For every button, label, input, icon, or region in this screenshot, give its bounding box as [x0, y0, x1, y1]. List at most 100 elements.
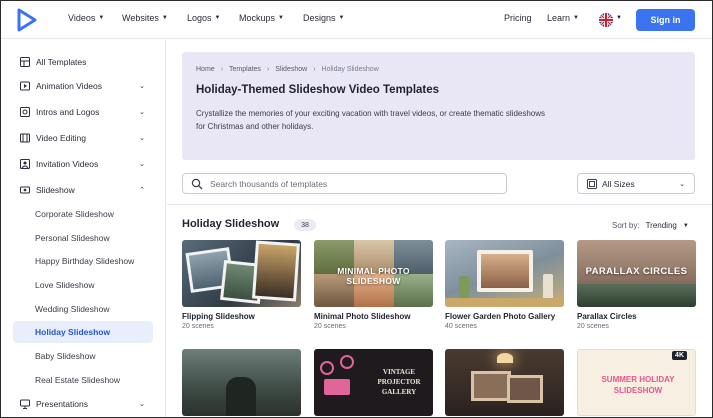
top-nav: Videos ▼ Websites ▼ Logos ▼ Mockups ▼ Design… — [1, 1, 712, 39]
template-thumbnail: SUMMER HOLIDAY SLIDESHOW 4K — [577, 349, 696, 416]
play-icon — [20, 81, 30, 91]
sidebar-item-all-templates[interactable]: All Templates — [13, 51, 153, 73]
nav-logos[interactable]: Logos ▼ — [187, 13, 220, 23]
page-description: Crystallize the memories of your excitin… — [196, 109, 546, 131]
chevron-down-icon: ⌄ — [139, 401, 145, 408]
chevron-down-icon: ▼ — [682, 222, 689, 229]
divider — [167, 204, 712, 205]
logo-icon — [20, 107, 30, 117]
chevron-down-icon: ▼ — [98, 15, 105, 21]
uk-flag-icon[interactable] — [599, 13, 613, 27]
sort-control[interactable]: Sort by: Trending ▼ — [612, 221, 689, 230]
template-thumbnail — [182, 349, 301, 416]
sizes-label: All Sizes — [602, 178, 635, 189]
size-icon — [587, 178, 597, 189]
chevron-down-icon: ⌄ — [139, 135, 145, 142]
chevron-down-icon: ▼ — [278, 15, 284, 21]
app-window: Videos ▼ Websites ▼ Logos ▼ Mockups ▼ Design… — [0, 0, 713, 418]
templates-grid-icon — [20, 57, 30, 67]
template-card-title: Minimal Photo Slideshow — [314, 312, 411, 321]
nav-learn[interactable]: Learn ▼ — [547, 13, 579, 23]
template-card-row2-1[interactable] — [182, 349, 301, 416]
chevron-down-icon: ▼ — [338, 15, 345, 21]
slideshow-icon — [20, 186, 30, 194]
presentation-icon — [20, 399, 30, 409]
chevron-down-icon: ⌄ — [679, 181, 685, 188]
sizes-dropdown[interactable]: All Sizes ⌄ — [577, 173, 695, 194]
template-card-minimal-photo[interactable]: MINIMAL PHOTO SLIDESHOW Minimal Photo Sl… — [314, 240, 433, 330]
search-icon — [191, 178, 203, 189]
brand-logo-icon[interactable] — [17, 8, 37, 32]
chevron-up-icon: ⌃ — [139, 187, 145, 194]
sidebar-subitem-personal[interactable]: Personal Slideshow — [13, 227, 153, 249]
sidebar-item-invitation-videos[interactable]: Invitation Videos ⌄ — [13, 153, 153, 175]
invitation-icon — [20, 159, 30, 169]
chevron-down-icon[interactable]: ▼ — [616, 15, 622, 21]
breadcrumb: Home › Templates › Slideshow › Holiday S… — [196, 66, 379, 73]
nav-videos[interactable]: Videos ▼ — [68, 13, 104, 23]
chevron-down-icon: ⌄ — [139, 109, 145, 116]
section-title: Holiday Slideshow — [182, 218, 280, 230]
sidebar-item-video-editing[interactable]: Video Editing ⌄ — [13, 127, 153, 149]
chevron-down-icon: ⌄ — [139, 83, 145, 90]
chevron-down-icon: ▼ — [161, 15, 168, 21]
sidebar-item-slideshow[interactable]: Slideshow ⌃ — [13, 179, 153, 201]
hero-banner: Home › Templates › Slideshow › Holiday S… — [182, 52, 695, 160]
sidebar-subitem-happy-birthday[interactable]: Happy Birthday Slideshow — [13, 250, 153, 272]
template-card-parallax-circles[interactable]: PARALLAX CIRCLES Parallax Circles 20 sce… — [577, 240, 696, 330]
breadcrumb-slideshow[interactable]: Slideshow — [275, 66, 307, 73]
template-card-scenes: 20 scenes — [182, 323, 214, 330]
template-card-scenes: 20 scenes — [577, 323, 609, 330]
sidebar-subitem-corporate[interactable]: Corporate Slideshow — [13, 203, 153, 225]
page-title: Holiday-Themed Slideshow Video Templates — [196, 84, 440, 96]
breadcrumb-current: Holiday Slideshow — [321, 66, 379, 73]
template-card-row2-2[interactable]: VINTAGE PROJECTOR GALLERY — [314, 349, 433, 416]
breadcrumb-templates[interactable]: Templates — [229, 66, 261, 73]
nav-pricing[interactable]: Pricing — [504, 13, 532, 23]
template-card-scenes: 40 scenes — [445, 323, 477, 330]
sidebar: All Templates Animation Videos ⌄ Intros … — [1, 40, 166, 417]
template-card-scenes: 20 scenes — [314, 323, 346, 330]
thumbnail-overlay-text: SUMMER HOLIDAY SLIDESHOW — [601, 375, 675, 395]
sort-value: Trending — [645, 221, 677, 230]
template-thumbnail — [445, 240, 564, 307]
chevron-right-icon: › — [220, 66, 224, 73]
sidebar-subitem-holiday[interactable]: Holiday Slideshow — [13, 321, 153, 343]
template-card-title: Flipping Slideshow — [182, 312, 255, 321]
sidebar-subitem-real-estate[interactable]: Real Estate Slideshow — [13, 369, 153, 391]
template-thumbnail — [182, 240, 301, 307]
nav-websites[interactable]: Websites ▼ — [122, 13, 168, 23]
sign-in-button[interactable]: Sign in — [636, 9, 695, 31]
thumbnail-overlay-text: PARALLAX CIRCLES — [585, 266, 688, 277]
template-thumbnail: PARALLAX CIRCLES — [577, 240, 696, 307]
sort-label: Sort by: — [612, 221, 640, 230]
sidebar-subitem-baby[interactable]: Baby Slideshow — [13, 345, 153, 367]
template-card-flower-garden[interactable]: Flower Garden Photo Gallery 40 scenes — [445, 240, 564, 330]
template-card-flipping[interactable]: Flipping Slideshow 20 scenes — [182, 240, 301, 330]
template-card-row2-4[interactable]: SUMMER HOLIDAY SLIDESHOW 4K — [577, 349, 696, 416]
breadcrumb-home[interactable]: Home — [196, 66, 215, 73]
template-card-title: Parallax Circles — [577, 312, 637, 321]
template-thumbnail: VINTAGE PROJECTOR GALLERY — [314, 349, 433, 416]
sidebar-subitem-love[interactable]: Love Slideshow — [13, 274, 153, 296]
chevron-down-icon: ⌄ — [139, 161, 145, 168]
chevron-right-icon: › — [313, 66, 316, 73]
thumbnail-overlay-text: MINIMAL PHOTO SLIDESHOW — [337, 266, 410, 286]
nav-designs[interactable]: Designs ▼ — [303, 13, 344, 23]
chevron-right-icon: › — [266, 66, 270, 73]
sidebar-item-intros-logos[interactable]: Intros and Logos ⌄ — [13, 101, 153, 123]
chevron-down-icon: ▼ — [573, 15, 579, 21]
nav-mockups[interactable]: Mockups ▼ — [239, 13, 284, 23]
chevron-down-icon: ▼ — [214, 15, 221, 21]
sidebar-item-presentations[interactable]: Presentations ⌄ — [13, 393, 153, 415]
4k-badge: 4K — [672, 351, 687, 360]
thumbnail-overlay-text: VINTAGE PROJECTOR GALLERY — [377, 368, 421, 396]
sidebar-item-animation-videos[interactable]: Animation Videos ⌄ — [13, 75, 153, 97]
search-input[interactable] — [210, 178, 500, 189]
template-card-row2-3[interactable] — [445, 349, 564, 416]
template-thumbnail — [445, 349, 564, 416]
search-box[interactable] — [182, 173, 507, 194]
template-card-title: Flower Garden Photo Gallery — [445, 312, 556, 321]
template-thumbnail: MINIMAL PHOTO SLIDESHOW — [314, 240, 433, 307]
sidebar-subitem-wedding[interactable]: Wedding Slideshow — [13, 298, 153, 320]
